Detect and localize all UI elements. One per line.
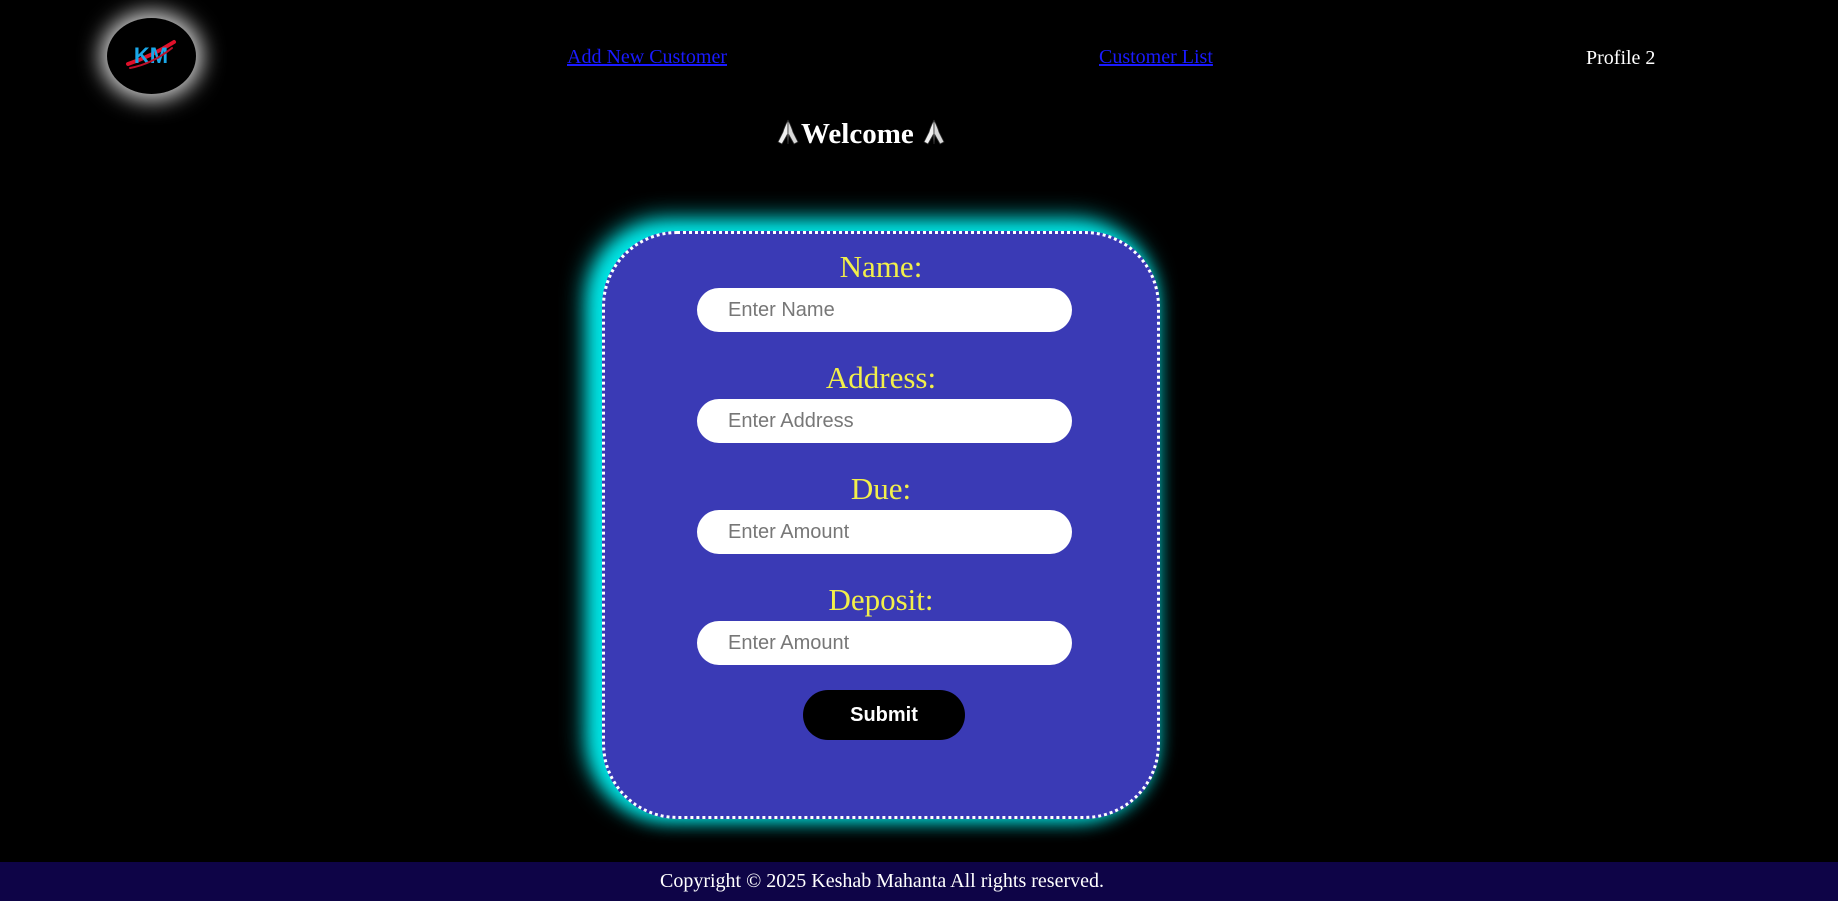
nav-profile[interactable]: Profile 2: [1586, 47, 1655, 70]
due-label: Due:: [850, 471, 912, 506]
km-logo-icon[interactable]: KM: [107, 18, 196, 94]
name-input[interactable]: [697, 288, 1072, 332]
footer: Copyright © 2025 Keshab Mahanta All righ…: [0, 862, 1838, 901]
folded-hands-icon: [923, 119, 945, 145]
submit-button[interactable]: Submit: [803, 690, 965, 740]
deposit-input[interactable]: [697, 621, 1072, 665]
due-input[interactable]: [697, 510, 1072, 554]
nav-customer-list-link[interactable]: Customer List: [1099, 46, 1213, 69]
customer-form: Name: Address: Due: Deposit: Submit: [602, 231, 1160, 819]
address-label: Address:: [825, 360, 937, 395]
name-label: Name:: [839, 249, 923, 284]
folded-hands-icon: [777, 119, 799, 145]
page: KM Add New Customer Customer List Profil…: [0, 0, 1838, 901]
welcome-text: Welcome: [801, 118, 914, 150]
footer-copyright: Copyright © 2025 Keshab Mahanta All righ…: [659, 870, 1104, 892]
address-input[interactable]: [697, 399, 1072, 443]
deposit-label: Deposit:: [828, 582, 934, 617]
welcome-heading: Welcome: [0, 118, 1722, 151]
nav-add-new-customer-link[interactable]: Add New Customer: [567, 46, 727, 69]
